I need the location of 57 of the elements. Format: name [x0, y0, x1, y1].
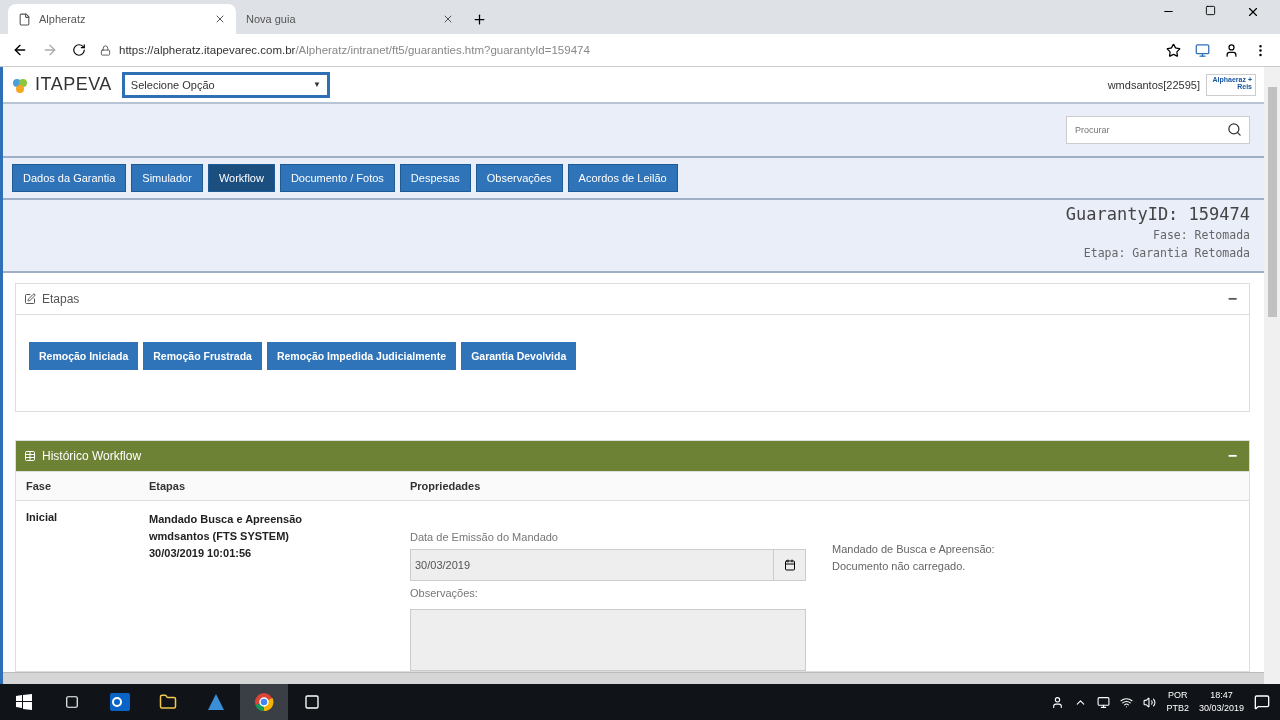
notes-field[interactable]	[410, 608, 806, 671]
column-header: Propriedades	[400, 471, 1249, 501]
people-icon[interactable]	[1051, 695, 1065, 709]
step-button[interactable]: Remoção Iniciada	[29, 341, 139, 370]
search-icon[interactable]	[1227, 121, 1242, 137]
page-icon	[18, 12, 31, 26]
maximize-icon[interactable]	[1205, 5, 1216, 16]
stage-text: Etapa: Garantia Retomada	[1083, 246, 1250, 261]
guaranty-id: GuarantyID: 159474	[1065, 204, 1250, 225]
field-label: Data de Emissão do Mandado	[410, 530, 559, 543]
network-icon[interactable]	[1120, 695, 1134, 709]
new-tab-icon[interactable]	[472, 12, 487, 27]
option-select[interactable]: Selecione Opção ▼	[121, 71, 330, 98]
document-status: Mandado de Busca e Apreensão: Documento não carregado.	[832, 541, 995, 574]
step-button[interactable]: Remoção Frustrada	[143, 341, 262, 370]
calendar-icon	[783, 558, 796, 571]
clock[interactable]: 18:47 30/03/2019	[1198, 689, 1244, 715]
field-label: Observações:	[410, 586, 479, 599]
close-icon[interactable]	[214, 13, 226, 25]
search-field[interactable]: Procurar	[1066, 115, 1250, 144]
step-button[interactable]: Remoção Impedida Judicialmente	[266, 341, 457, 370]
nav-tab[interactable]: Dados da Garantia	[12, 164, 127, 193]
volume-icon[interactable]	[1143, 695, 1157, 709]
nav-tab[interactable]: Workflow	[207, 164, 275, 193]
edit-icon	[24, 292, 36, 305]
column-header: Etapas	[139, 471, 400, 501]
lock-icon	[100, 44, 111, 56]
table-icon	[24, 449, 36, 462]
vertical-scrollbar[interactable]	[1264, 67, 1280, 684]
profile-icon[interactable]	[1224, 42, 1239, 58]
panel-title: Etapas	[42, 291, 81, 306]
browser-tab[interactable]: Nova guia	[236, 4, 464, 34]
date-field[interactable]: 30/03/2019	[410, 548, 806, 581]
nav-tab[interactable]: Documento / Fotos	[279, 164, 395, 193]
nav-tab[interactable]: Observações	[475, 164, 563, 193]
step-button[interactable]: Garantia Devolvida	[461, 341, 577, 370]
column-header: Fase	[16, 471, 139, 501]
phase-text: Fase: Retomada	[1153, 228, 1250, 243]
panel-title: Histórico Workflow	[42, 448, 143, 463]
back-icon[interactable]	[12, 42, 28, 58]
reload-icon[interactable]	[72, 43, 86, 57]
chrome-icon[interactable]	[240, 684, 288, 720]
nav-tab[interactable]: Acordos de Leilão	[567, 164, 678, 193]
address-bar[interactable]: https://alpheratz.itapevarec.com.br/Alpheratz/intranet/ft5/guaranties.htm?guarantyId=159474	[100, 38, 1152, 62]
browser-tab[interactable]: Alpheratz	[8, 4, 236, 34]
brand-name: ITAPEVA	[35, 74, 112, 96]
notifications-icon[interactable]	[1254, 694, 1270, 710]
nav-tab[interactable]: Despesas	[399, 164, 471, 193]
collapse-button[interactable]: −	[1223, 289, 1241, 308]
language-indicator[interactable]: POR PTB2	[1166, 689, 1189, 715]
nav-tab[interactable]: Simulador	[131, 164, 203, 193]
table-cell-text: Inicial	[25, 509, 59, 525]
bookmark-icon[interactable]	[1166, 42, 1181, 58]
close-icon[interactable]	[1246, 5, 1260, 19]
table-cell-text: Mandado Busca e Apreensão wmdsantos (FTS SYSTEM) 30/03/2019 10:01:56	[148, 511, 304, 561]
user-name: wmdsantos[22595]	[1107, 78, 1200, 91]
collapse-button[interactable]: −	[1223, 446, 1241, 465]
